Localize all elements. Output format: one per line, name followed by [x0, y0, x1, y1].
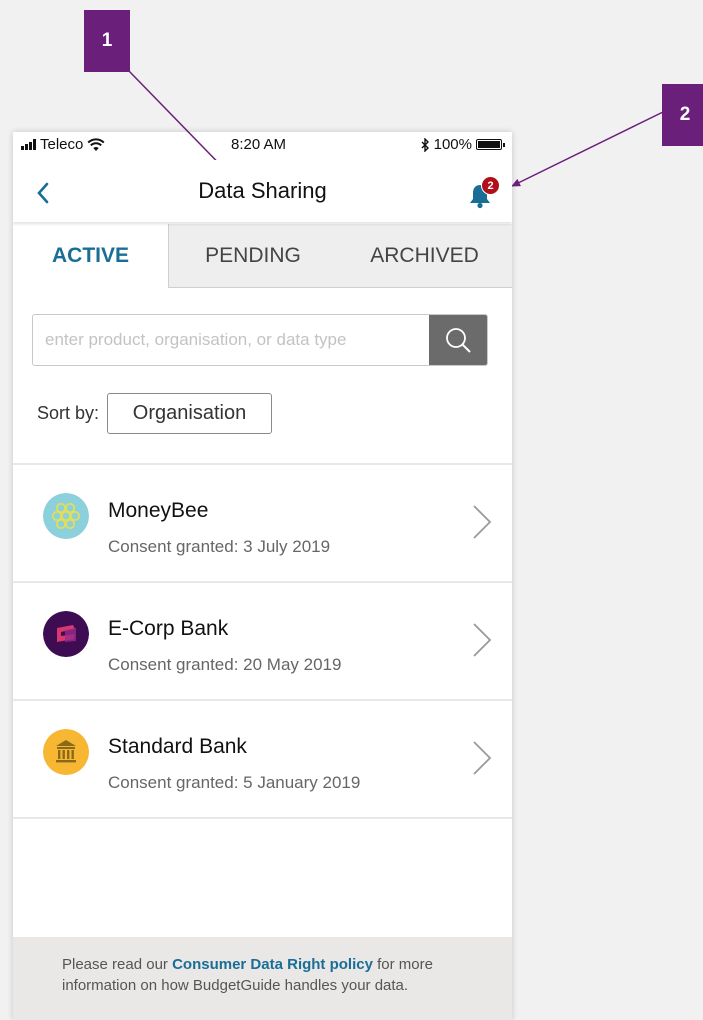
consent-date: Consent granted: 5 January 2019	[108, 773, 361, 792]
tab-active[interactable]: ACTIVE	[13, 224, 168, 288]
wifi-icon	[87, 137, 105, 151]
callout-arrow-2	[511, 111, 664, 187]
organisation-name: E-Corp Bank	[108, 617, 229, 640]
callout-marker-1: 1	[84, 10, 130, 72]
notification-badge: 2	[481, 176, 500, 195]
callout-marker-2: 2	[662, 84, 703, 146]
callout-number: 2	[679, 104, 691, 125]
signal-icon	[21, 139, 36, 150]
carrier-info: Teleco	[21, 136, 105, 153]
consent-date: Consent granted: 3 July 2019	[108, 537, 331, 556]
status-bar: Teleco 8:20 AM 100%	[13, 132, 512, 160]
battery-percent: 100%	[433, 136, 472, 153]
tab-bar: ACTIVE PENDING ARCHIVED	[13, 224, 512, 288]
list-item-ecorp-bank[interactable]: E-Corp Bank Consent granted: 20 May 2019	[13, 583, 512, 701]
list-item-standard-bank[interactable]: Standard Bank Consent granted: 5 January…	[13, 701, 512, 819]
sort-label: Sort by:	[37, 403, 100, 423]
ecorp-logo-icon	[43, 611, 89, 657]
organisation-name: Standard Bank	[108, 735, 247, 758]
status-right: 100%	[421, 136, 505, 153]
search-input[interactable]	[33, 315, 429, 365]
phone-screen: Teleco 8:20 AM 100% Data Sharing 2 ACTIV…	[13, 132, 512, 1020]
policy-link[interactable]: Consumer Data Right policy	[172, 956, 373, 973]
list-item-moneybee[interactable]: MoneyBee Consent granted: 3 July 2019	[13, 465, 512, 583]
tab-archived[interactable]: ARCHIVED	[337, 224, 512, 288]
bluetooth-icon	[421, 137, 429, 152]
search-icon	[446, 328, 471, 353]
notifications-button[interactable]: 2	[465, 176, 501, 210]
footer-notice: Please read our Consumer Data Right poli…	[13, 937, 512, 1020]
sort-dropdown[interactable]: Organisation	[107, 393, 272, 434]
consent-date: Consent granted: 20 May 2019	[108, 655, 342, 674]
chevron-right-icon	[473, 623, 492, 657]
carrier-name: Teleco	[40, 136, 84, 153]
search-bar	[32, 314, 488, 366]
bank-building-logo-icon	[43, 729, 89, 775]
tab-pending[interactable]: PENDING	[169, 224, 337, 288]
callout-number: 1	[101, 30, 113, 51]
navigation-bar: Data Sharing 2	[13, 160, 512, 222]
status-time: 8:20 AM	[231, 136, 287, 153]
footer-text-prefix: Please read our	[62, 956, 173, 973]
page-title: Data Sharing	[198, 178, 327, 203]
chevron-right-icon	[473, 505, 492, 539]
organisation-list: MoneyBee Consent granted: 3 July 2019 E-…	[13, 463, 512, 819]
search-button[interactable]	[429, 315, 487, 365]
battery-icon	[476, 139, 505, 150]
honeycomb-logo-icon	[43, 493, 89, 539]
chevron-right-icon	[473, 741, 492, 775]
organisation-name: MoneyBee	[108, 499, 209, 522]
